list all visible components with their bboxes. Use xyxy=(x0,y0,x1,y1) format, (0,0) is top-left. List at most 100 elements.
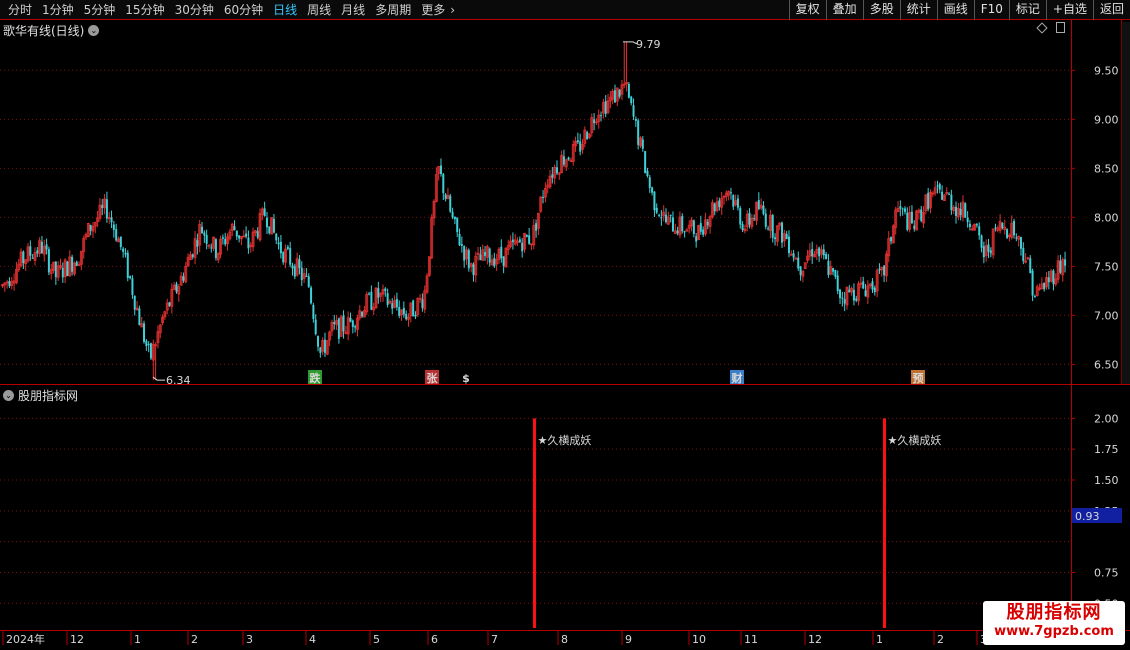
date-label-9: 8 xyxy=(561,633,568,646)
candle-body xyxy=(948,193,951,195)
candle-body xyxy=(317,336,320,347)
candle-body xyxy=(105,199,108,219)
date-label-15: 2 xyxy=(937,633,944,646)
candle-body xyxy=(521,242,524,252)
watermark-title: 股朋指标网 xyxy=(1006,602,1102,623)
candle-body xyxy=(131,278,134,295)
candle-body xyxy=(542,196,545,198)
candle-body xyxy=(676,230,679,234)
chart-stage[interactable]: 9.50 9.00 8.50 8.00 7.50 7.00 6.50 9.79 6.34 跌 张 $ 财… xyxy=(0,0,1130,650)
candle-body xyxy=(832,268,835,272)
indicator-tick-label: 1.50 xyxy=(1094,474,1119,487)
candle-body xyxy=(101,205,104,208)
candle-body xyxy=(168,302,171,306)
candle-body xyxy=(980,235,983,248)
candle-body xyxy=(618,89,621,97)
candle-body xyxy=(950,194,953,210)
candle-body xyxy=(774,237,777,240)
candle-body xyxy=(256,231,259,238)
candle-body xyxy=(613,90,616,103)
candle-body xyxy=(794,257,798,260)
candle-body xyxy=(883,265,886,276)
event-marker-4: 预 xyxy=(913,371,924,385)
candle-body xyxy=(201,226,204,234)
candle-body xyxy=(110,217,113,223)
event-marker-1: 张 xyxy=(427,371,439,385)
date-label-3: 2 xyxy=(191,633,198,646)
candle-body xyxy=(22,251,25,263)
candle-body xyxy=(247,237,250,249)
candle-body xyxy=(289,248,292,265)
candle-body xyxy=(312,305,315,319)
candle-body xyxy=(47,249,50,273)
price-tick-label: 6.50 xyxy=(1094,358,1119,371)
candle-body xyxy=(467,250,470,269)
candle-body xyxy=(45,244,48,250)
candle-body xyxy=(736,198,739,208)
candle-body xyxy=(797,257,800,269)
candle-body xyxy=(671,217,674,232)
candle-body xyxy=(968,223,971,227)
candle-body xyxy=(964,203,967,218)
candle-body xyxy=(115,229,118,241)
candle-body xyxy=(500,246,503,259)
candle-body xyxy=(899,206,902,209)
price-tick-label: 9.00 xyxy=(1094,113,1119,126)
candle-body xyxy=(472,264,475,275)
candle-body xyxy=(238,235,241,239)
candle-body xyxy=(841,297,844,299)
candle-body xyxy=(40,241,43,253)
candle-body xyxy=(901,208,904,210)
candle-body xyxy=(1052,270,1055,285)
candle-body xyxy=(8,281,11,287)
candle-body xyxy=(646,170,649,176)
candle-body xyxy=(834,270,837,277)
candle-body xyxy=(488,248,491,263)
candle-body xyxy=(1006,229,1009,238)
candle-body xyxy=(349,317,352,322)
candle-body xyxy=(263,208,266,216)
candle-body xyxy=(518,239,521,243)
candle-body xyxy=(994,227,997,229)
candle-body xyxy=(265,217,268,228)
date-label-5: 4 xyxy=(309,633,316,646)
candle-body xyxy=(764,213,767,227)
candle-body xyxy=(528,235,531,244)
candle-body xyxy=(827,260,830,275)
candle-body xyxy=(729,192,732,194)
date-label-7: 6 xyxy=(431,633,438,646)
candle-body xyxy=(825,253,828,260)
side-panel-strip[interactable] xyxy=(1121,22,1130,384)
candle-body xyxy=(873,287,876,293)
candle-body xyxy=(913,225,916,229)
candle-body xyxy=(138,308,141,326)
candle-body xyxy=(384,288,387,291)
candle-body xyxy=(855,298,858,301)
candle-body xyxy=(799,266,802,275)
candle-body xyxy=(129,276,132,279)
candle-body xyxy=(665,214,668,223)
candle-body xyxy=(600,115,603,117)
candle-body xyxy=(31,257,34,259)
high-pointer xyxy=(623,41,638,45)
candle-body xyxy=(753,218,756,220)
candle-body xyxy=(692,220,695,234)
candle-body xyxy=(959,208,962,215)
candle-body xyxy=(354,326,357,328)
watermark-logo: 股朋指标网 www.7gpzb.com xyxy=(983,601,1125,645)
candle-body xyxy=(203,232,206,236)
candle-body xyxy=(145,340,148,346)
candle-body xyxy=(702,229,705,235)
candle-body xyxy=(822,249,825,256)
candle-body xyxy=(245,233,248,237)
candle-body xyxy=(1059,260,1062,273)
candle-body xyxy=(323,339,326,353)
date-label-6: 5 xyxy=(373,633,380,646)
candle-body xyxy=(291,265,294,269)
candle-body xyxy=(632,105,635,117)
candle-body xyxy=(414,314,417,317)
candle-body xyxy=(975,224,978,226)
candle-body xyxy=(936,185,939,187)
candle-body xyxy=(293,266,296,277)
candle-body xyxy=(361,311,364,317)
